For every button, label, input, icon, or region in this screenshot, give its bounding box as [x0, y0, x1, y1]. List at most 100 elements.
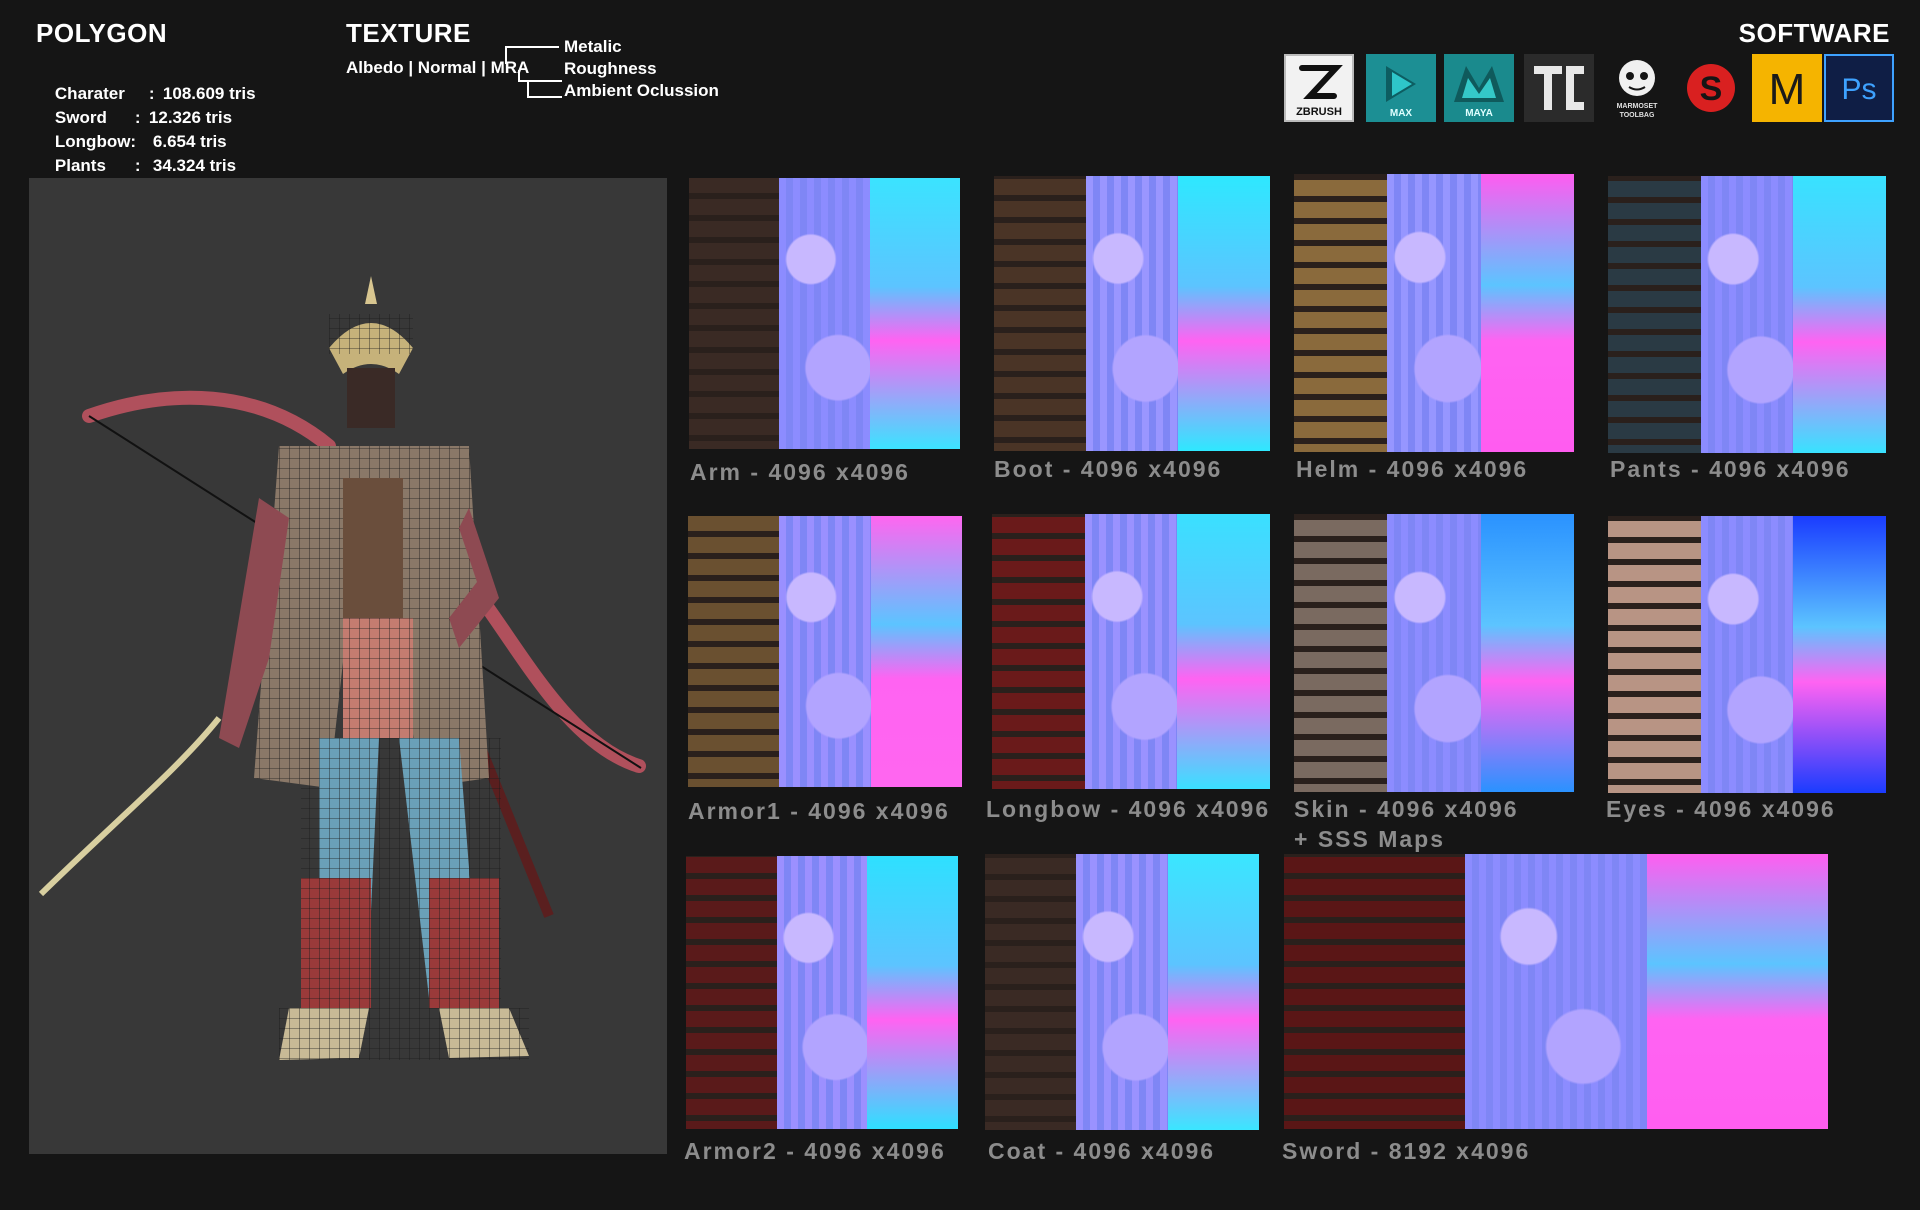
texture-albedo-map [985, 854, 1077, 1130]
texture-normal-map [1084, 514, 1178, 789]
3dsmax-icon: MAX [1366, 54, 1436, 122]
stat-name: Charater [54, 84, 125, 103]
stat-sep: : [134, 108, 141, 127]
texture-tile-helm [1294, 174, 1574, 452]
zbrush-glyph: ZBRUSH [1296, 65, 1343, 118]
texture-label-sword: Sword - 8192 x4096 [1282, 1138, 1531, 1164]
character-viewport [29, 178, 667, 1154]
maya-glyph: MAYA [1454, 66, 1504, 119]
stat-row-character: Charater:108.609 tris [36, 58, 256, 103]
texture-albedo-map [686, 856, 777, 1129]
texture-normal-map [1076, 854, 1168, 1130]
texture-tile-pants [1608, 176, 1886, 453]
mra-metalic: Metalic [564, 37, 622, 56]
texture-tile-eyes [1608, 516, 1886, 793]
md-glyph: M [1769, 65, 1806, 114]
texture-mra-map [1167, 854, 1259, 1130]
texture-label-arm: Arm - 4096 x4096 [690, 459, 910, 485]
texture-label-skin: Skin - 4096 x4096 [1294, 796, 1519, 822]
texture-normal-map [1700, 176, 1794, 453]
max-glyph: MAX [1386, 66, 1416, 119]
texture-normal-map [779, 516, 871, 787]
texture-albedo-map [1294, 174, 1388, 452]
texture-tile-skin [1294, 514, 1574, 792]
svg-text:MARMOSET: MARMOSET [1617, 103, 1659, 110]
texture-normal-map [1086, 176, 1178, 451]
polygon-stats: Charater:108.609 tris Sword:12.326 tris … [36, 58, 256, 175]
marmoset-toolbag-icon: MARMOSET TOOLBAG [1602, 54, 1672, 122]
stat-name: Plants [54, 156, 106, 175]
marvelous-designer-icon: M [1752, 54, 1822, 122]
samurai-wireframe-render [38, 276, 646, 1060]
texture-mra-map [1480, 514, 1574, 792]
texture-label-eyes: Eyes - 4096 x4096 [1606, 796, 1836, 822]
texture-label-armor1: Armor1 - 4096 x4096 [688, 798, 950, 824]
svg-text:ZBRUSH: ZBRUSH [1296, 106, 1342, 118]
texture-albedo-map [1608, 516, 1701, 793]
svg-text:Ps: Ps [1841, 73, 1876, 106]
stat-name: Longbow: [54, 132, 137, 151]
stat-value: 108.609 tris [162, 84, 256, 103]
maya-icon: MAYA [1444, 54, 1514, 122]
stat-sep: : [148, 84, 155, 103]
ps-glyph: Ps [1841, 73, 1876, 106]
software-title: SOFTWARE [1738, 18, 1890, 48]
mra-bracket-bottom [527, 80, 562, 98]
texture-tile-boot [994, 176, 1270, 451]
photoshop-icon: Ps [1824, 54, 1894, 122]
texture-maps-line: Albedo | Normal | MRA [346, 58, 530, 77]
texture-mra-map [1480, 174, 1574, 452]
stat-value: 34.324 tris [152, 156, 237, 175]
texture-albedo-map [994, 176, 1086, 451]
texture-mra-map [1177, 514, 1270, 789]
texture-mra-map [1646, 854, 1828, 1129]
texture-albedo-map [1284, 854, 1466, 1129]
svg-text:MAYA: MAYA [1465, 108, 1493, 119]
tg-glyph [1534, 66, 1584, 110]
stat-value: 6.654 tris [152, 132, 227, 151]
texture-normal-map [1700, 516, 1794, 793]
texture-normal-map [779, 178, 870, 449]
texture-mra-map [869, 178, 960, 449]
texture-mra-map [1178, 176, 1270, 451]
texture-label-coat: Coat - 4096 x4096 [988, 1138, 1216, 1164]
texture-normal-map [776, 856, 868, 1129]
stat-sep: : [134, 156, 141, 175]
texture-mra-map [1793, 516, 1886, 793]
svg-text:S: S [1700, 70, 1723, 108]
texture-label-pants: Pants - 4096 x4096 [1610, 456, 1851, 482]
texture-mra-map [870, 516, 962, 787]
texture-label-helm: Helm - 4096 x4096 [1296, 456, 1529, 482]
marmoset-glyph: MARMOSET TOOLBAG [1617, 60, 1659, 119]
texture-normal-map [1387, 174, 1481, 452]
texture-label-armor2: Armor2 - 4096 x4096 [684, 1138, 946, 1164]
texturing-tool-icon [1524, 54, 1594, 122]
stat-value: 12.326 tris [148, 108, 233, 127]
texture-tile-coat [985, 854, 1259, 1130]
stat-name: Sword [54, 108, 107, 127]
substance-painter-icon: S [1676, 54, 1746, 122]
texture-label-longbow: Longbow - 4096 x4096 [986, 796, 1271, 822]
polygon-title: POLYGON [36, 18, 168, 48]
texture-label-skin-extra: + SSS Maps [1294, 826, 1446, 852]
texture-tile-sword [1284, 854, 1828, 1129]
texture-albedo-map [1608, 176, 1701, 453]
substance-glyph: S [1687, 64, 1735, 112]
svg-text:MAX: MAX [1390, 108, 1413, 119]
svg-text:M: M [1769, 65, 1806, 114]
texture-tile-longbow [992, 514, 1270, 789]
texture-albedo-map [1294, 514, 1388, 792]
texture-albedo-map [992, 514, 1085, 789]
texture-mra-map [867, 856, 958, 1129]
texture-tile-arm [689, 178, 960, 449]
texture-label-boot: Boot - 4096 x4096 [994, 456, 1223, 482]
texture-mra-map [1793, 176, 1886, 453]
texture-normal-map [1465, 854, 1647, 1129]
mra-bracket-top [505, 46, 559, 64]
texture-albedo-map [688, 516, 780, 787]
mra-ambient-occlusion: Ambient Oclussion [564, 81, 719, 100]
svg-text:TOOLBAG: TOOLBAG [1620, 112, 1655, 119]
mra-roughness: Roughness [564, 59, 657, 78]
texture-normal-map [1387, 514, 1481, 792]
texture-tile-armor2 [686, 856, 958, 1129]
